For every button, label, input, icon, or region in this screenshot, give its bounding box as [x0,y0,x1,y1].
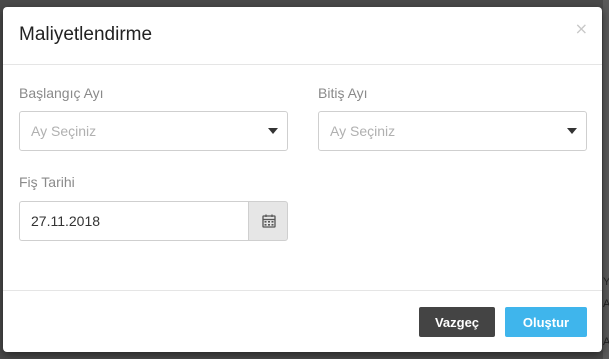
costing-modal: Maliyetlendirme × Başlangıç Ayı Ay Seçin… [3,7,602,352]
backdrop-fragment: A [603,336,609,348]
start-month-placeholder: Ay Seçiniz [31,123,97,139]
modal-body: Başlangıç Ayı Ay Seçiniz Bitiş Ayı Ay Se… [3,65,602,291]
cancel-button[interactable]: Vazgeç [419,307,495,337]
end-month-select[interactable]: Ay Seçiniz [318,111,587,151]
start-month-select[interactable]: Ay Seçiniz [19,111,288,151]
start-month-label: Başlangıç Ayı [19,85,104,101]
create-button[interactable]: Oluştur [505,307,587,337]
backdrop-fragment: Y [603,276,609,288]
receipt-date-label: Fiş Tarihi [19,174,75,190]
receipt-date-input[interactable] [19,201,249,241]
modal-title: Maliyetlendirme [19,24,153,45]
modal-header: Maliyetlendirme × [3,7,602,65]
receipt-date-group [19,201,288,241]
caret-down-icon [567,128,577,134]
end-month-label: Bitiş Ayı [318,85,368,101]
close-icon[interactable]: × [575,21,588,37]
calendar-icon [262,214,276,228]
calendar-button[interactable] [248,201,288,241]
backdrop-fragment: A [603,298,609,310]
modal-footer: Vazgeç Oluştur [3,291,602,351]
end-month-placeholder: Ay Seçiniz [330,123,396,139]
caret-down-icon [268,128,278,134]
